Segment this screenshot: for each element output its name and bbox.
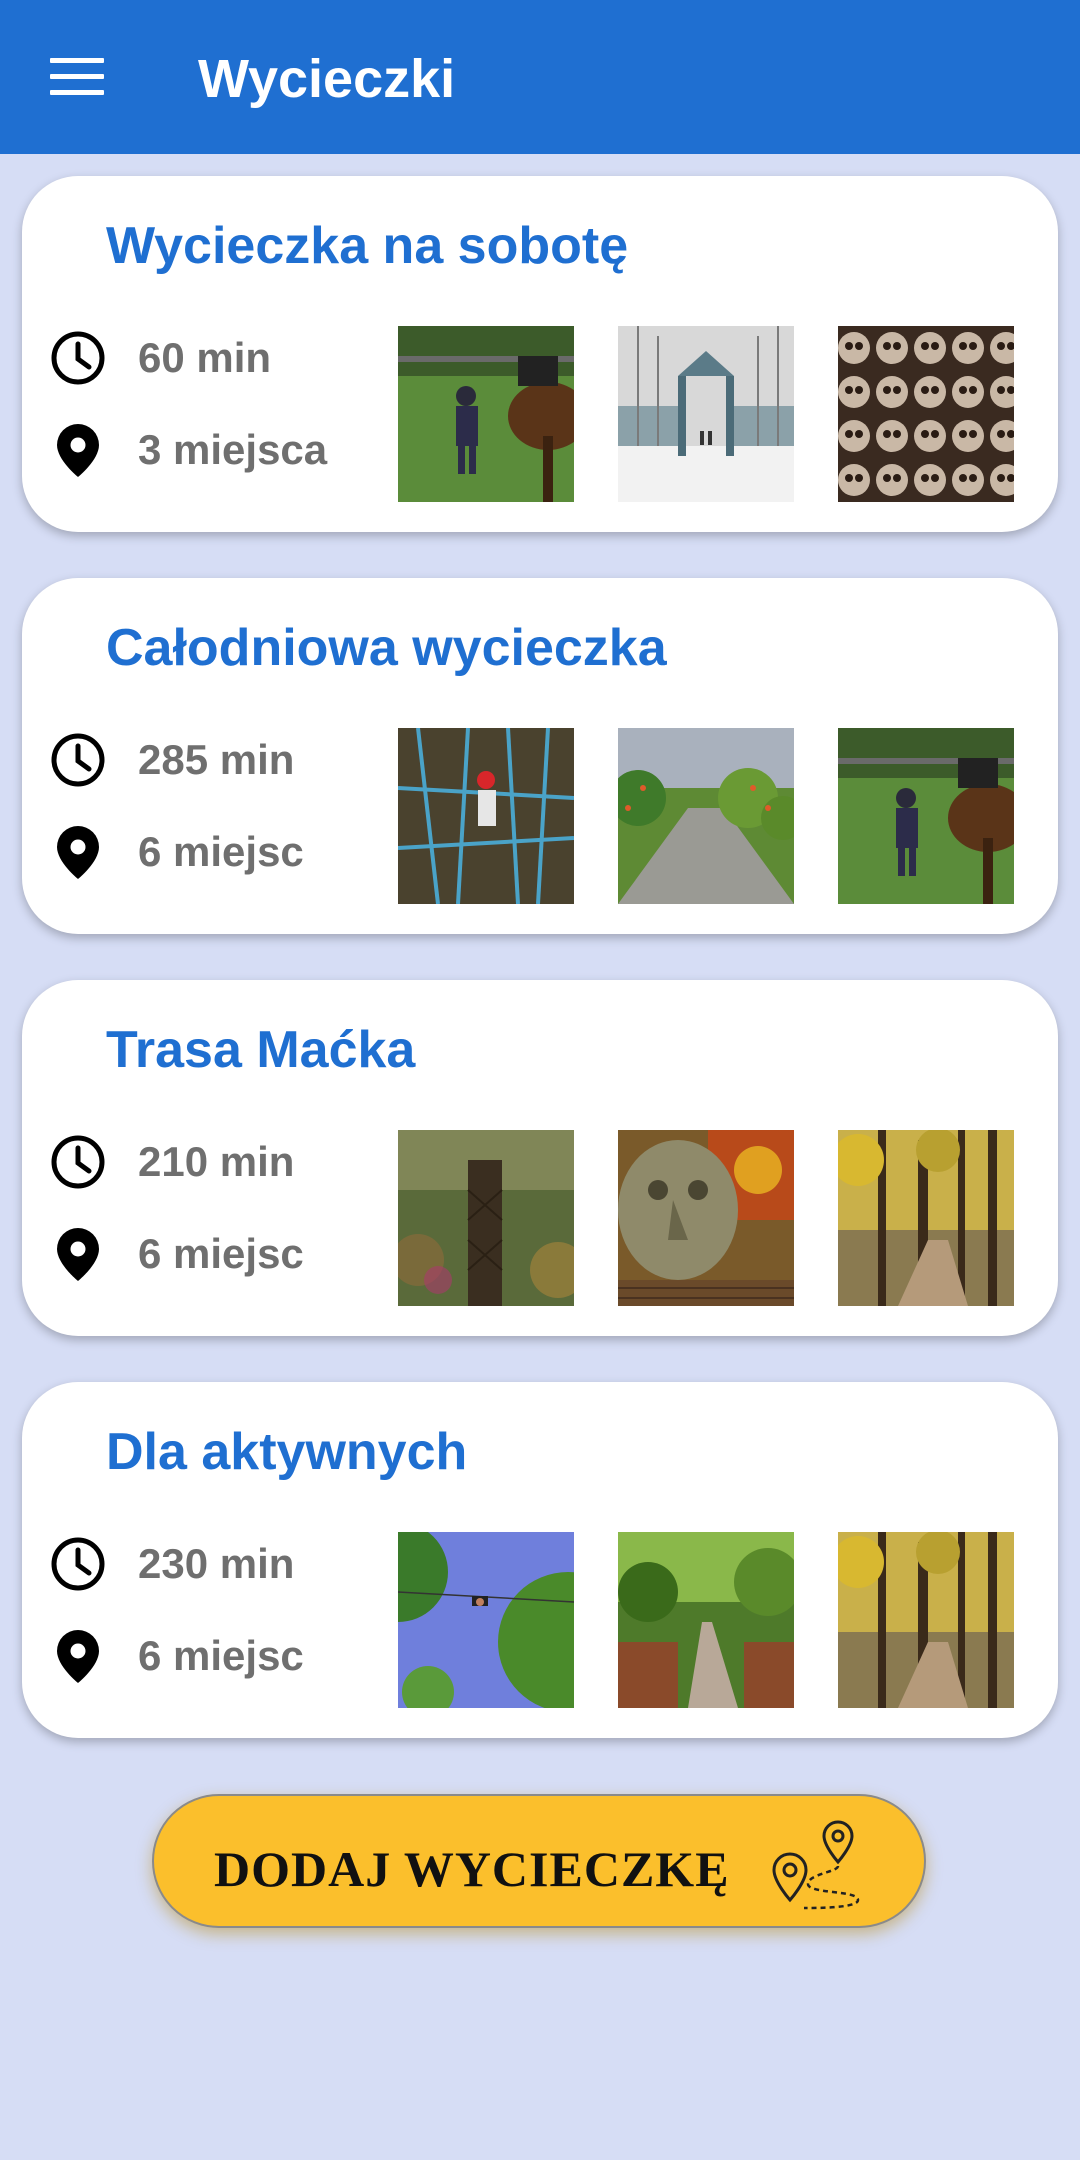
location-pin-icon: [48, 1626, 108, 1686]
trip-card[interactable]: Wycieczka na sobotę 60 min 3 miejsca: [22, 176, 1058, 532]
trip-duration: 210 min: [48, 1132, 294, 1192]
trip-photo-zipline-sky[interactable]: [398, 1532, 574, 1708]
hamburger-menu-icon[interactable]: [50, 58, 104, 96]
trip-title: Wycieczka na sobotę: [106, 217, 629, 275]
clock-icon: [48, 730, 108, 790]
trip-duration: 60 min: [48, 328, 271, 388]
page-title: Wycieczki: [198, 49, 456, 109]
trip-photo-garden-path[interactable]: [618, 728, 794, 904]
route-pins-icon: [772, 1820, 860, 1910]
clock-icon: [48, 328, 108, 388]
location-pin-icon: [48, 420, 108, 480]
trip-photos: [398, 326, 1038, 502]
app-bar: Wycieczki: [0, 0, 1080, 154]
clock-icon: [48, 1534, 108, 1594]
trip-photos: [398, 1130, 1038, 1306]
trip-photos: [398, 728, 1038, 904]
trip-photo-forest-tower[interactable]: [398, 1130, 574, 1306]
places-value: 6 miejsc: [138, 828, 304, 875]
places-value: 6 miejsc: [138, 1230, 304, 1277]
trip-duration: 230 min: [48, 1534, 294, 1594]
duration-value: 60 min: [138, 334, 272, 381]
trip-card[interactable]: Trasa Maćka 210 min 6 miejsc: [22, 980, 1058, 1336]
duration-value: 285 min: [138, 736, 295, 783]
trip-photos: [398, 1532, 1038, 1708]
duration-value: 230 min: [138, 1540, 295, 1587]
location-pin-icon: [48, 1224, 108, 1284]
trip-photo-stone-face-sculpture[interactable]: [618, 1130, 794, 1306]
add-trip-button[interactable]: DODAJ WYCIECZKĘ: [152, 1794, 926, 1928]
trip-photo-snowy-gate-avenue[interactable]: [618, 326, 794, 502]
trip-photo-child-with-horse[interactable]: [398, 326, 574, 502]
trip-photo-rope-park[interactable]: [398, 728, 574, 904]
trip-photo-child-with-horse[interactable]: [838, 728, 1014, 904]
trip-duration: 285 min: [48, 730, 294, 790]
trip-places: 6 miejsc: [48, 822, 304, 882]
trip-photo-skull-chapel[interactable]: [838, 326, 1014, 502]
trip-photo-autumn-forest-path[interactable]: [838, 1130, 1014, 1306]
trip-title: Dla aktywnych: [106, 1423, 468, 1481]
trip-places: 3 miejsca: [48, 420, 327, 480]
trip-title: Całodniowa wycieczka: [106, 619, 667, 677]
trip-title: Trasa Maćka: [106, 1021, 416, 1079]
trip-places: 6 miejsc: [48, 1626, 304, 1686]
duration-value: 210 min: [138, 1138, 295, 1185]
location-pin-icon: [48, 822, 108, 882]
trip-card[interactable]: Całodniowa wycieczka 285 min 6 miejsc: [22, 578, 1058, 934]
trip-places: 6 miejsc: [48, 1224, 304, 1284]
places-value: 3 miejsca: [138, 426, 328, 473]
trip-photo-palm-house-alley[interactable]: [618, 1532, 794, 1708]
trip-photo-autumn-forest-path[interactable]: [838, 1532, 1014, 1708]
clock-icon: [48, 1132, 108, 1192]
trip-card[interactable]: Dla aktywnych 230 min 6 miejsc: [22, 1382, 1058, 1738]
add-trip-button-label: DODAJ WYCIECZKĘ: [214, 1841, 730, 1897]
places-value: 6 miejsc: [138, 1632, 304, 1679]
